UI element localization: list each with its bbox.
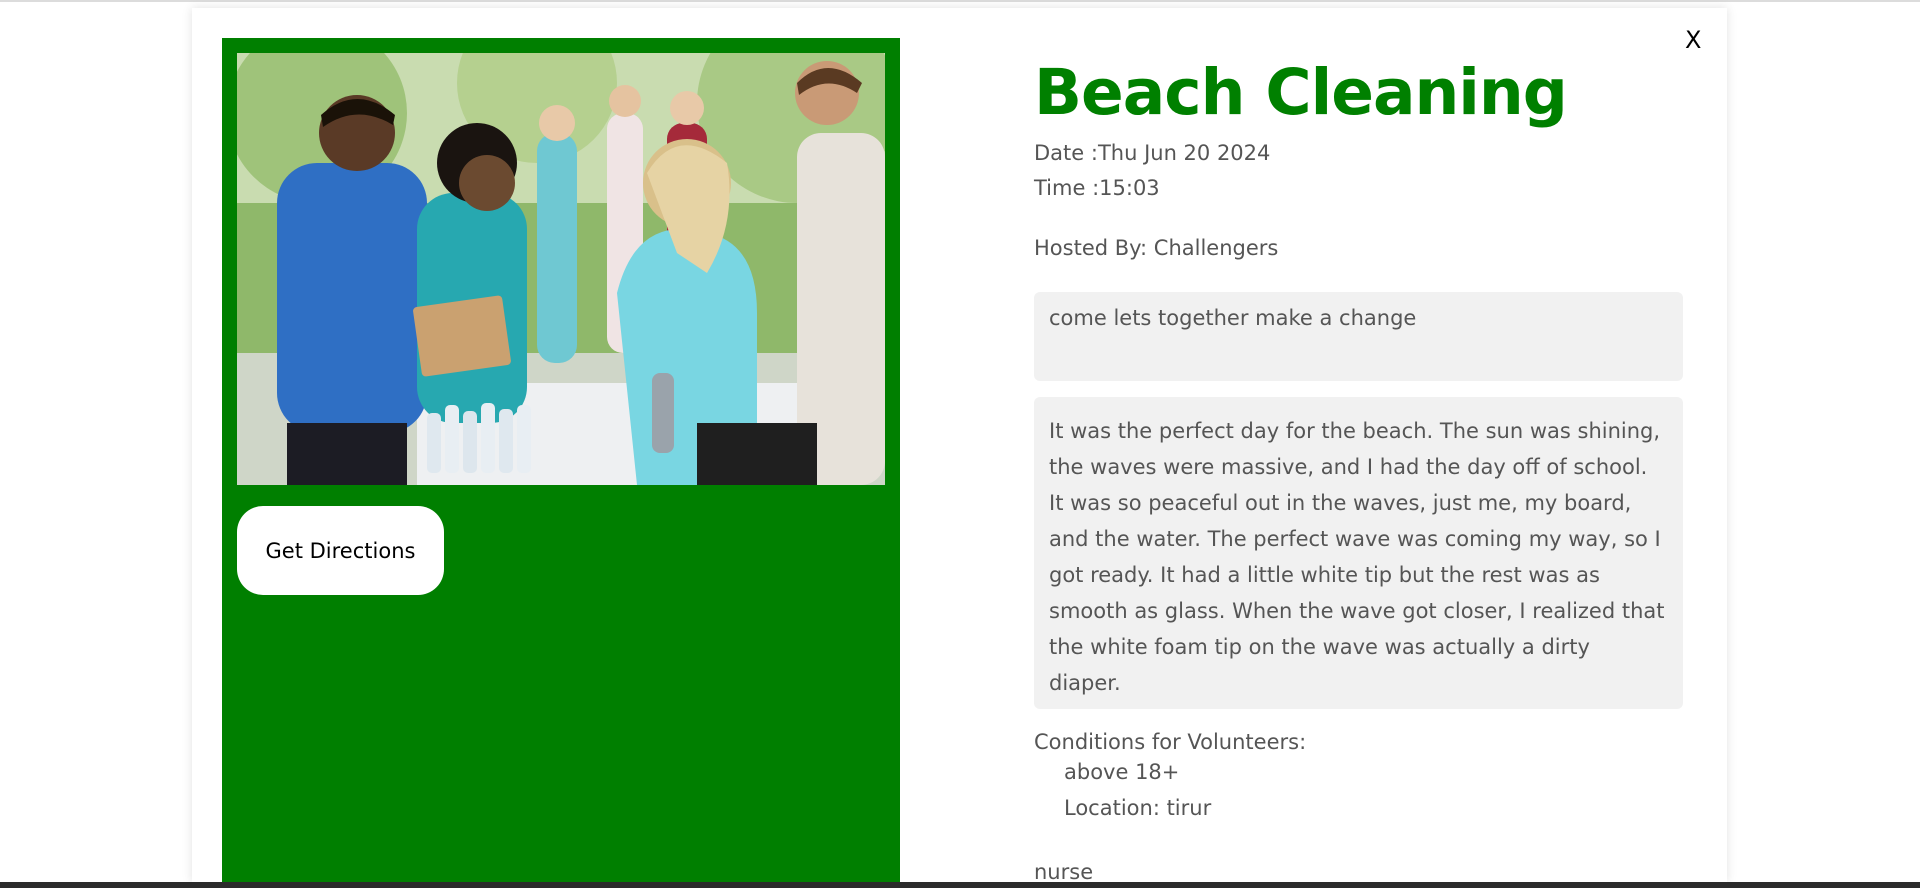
event-description-box: It was the perfect day for the beach. Th… bbox=[1034, 397, 1683, 709]
condition-item: Location: tirur bbox=[1064, 796, 1212, 820]
event-photo bbox=[237, 53, 885, 485]
close-button[interactable]: X bbox=[1685, 26, 1701, 54]
event-host: Hosted By: Challengers bbox=[1034, 236, 1279, 260]
event-tagline-box: come lets together make a change bbox=[1034, 292, 1683, 381]
event-image-panel: Get Directions bbox=[222, 38, 900, 882]
event-tagline: come lets together make a change bbox=[1049, 306, 1417, 330]
conditions-list: above 18+ Location: tirur bbox=[1064, 754, 1211, 826]
get-directions-button[interactable]: Get Directions bbox=[237, 506, 444, 595]
event-date: Date :Thu Jun 20 2024 bbox=[1034, 141, 1271, 165]
event-time: Time :15:03 bbox=[1034, 176, 1160, 200]
window-top-border bbox=[0, 0, 1920, 2]
window-bottom-bar bbox=[0, 882, 1920, 888]
event-extra-text: nurse bbox=[1034, 860, 1094, 882]
event-title: Beach Cleaning bbox=[1034, 56, 1568, 129]
condition-item: above 18+ bbox=[1064, 760, 1180, 784]
event-modal: Get Directions X Beach Cleaning Date :Th… bbox=[192, 8, 1727, 882]
event-description: It was the perfect day for the beach. Th… bbox=[1049, 419, 1665, 695]
conditions-heading: Conditions for Volunteers: bbox=[1034, 730, 1307, 754]
